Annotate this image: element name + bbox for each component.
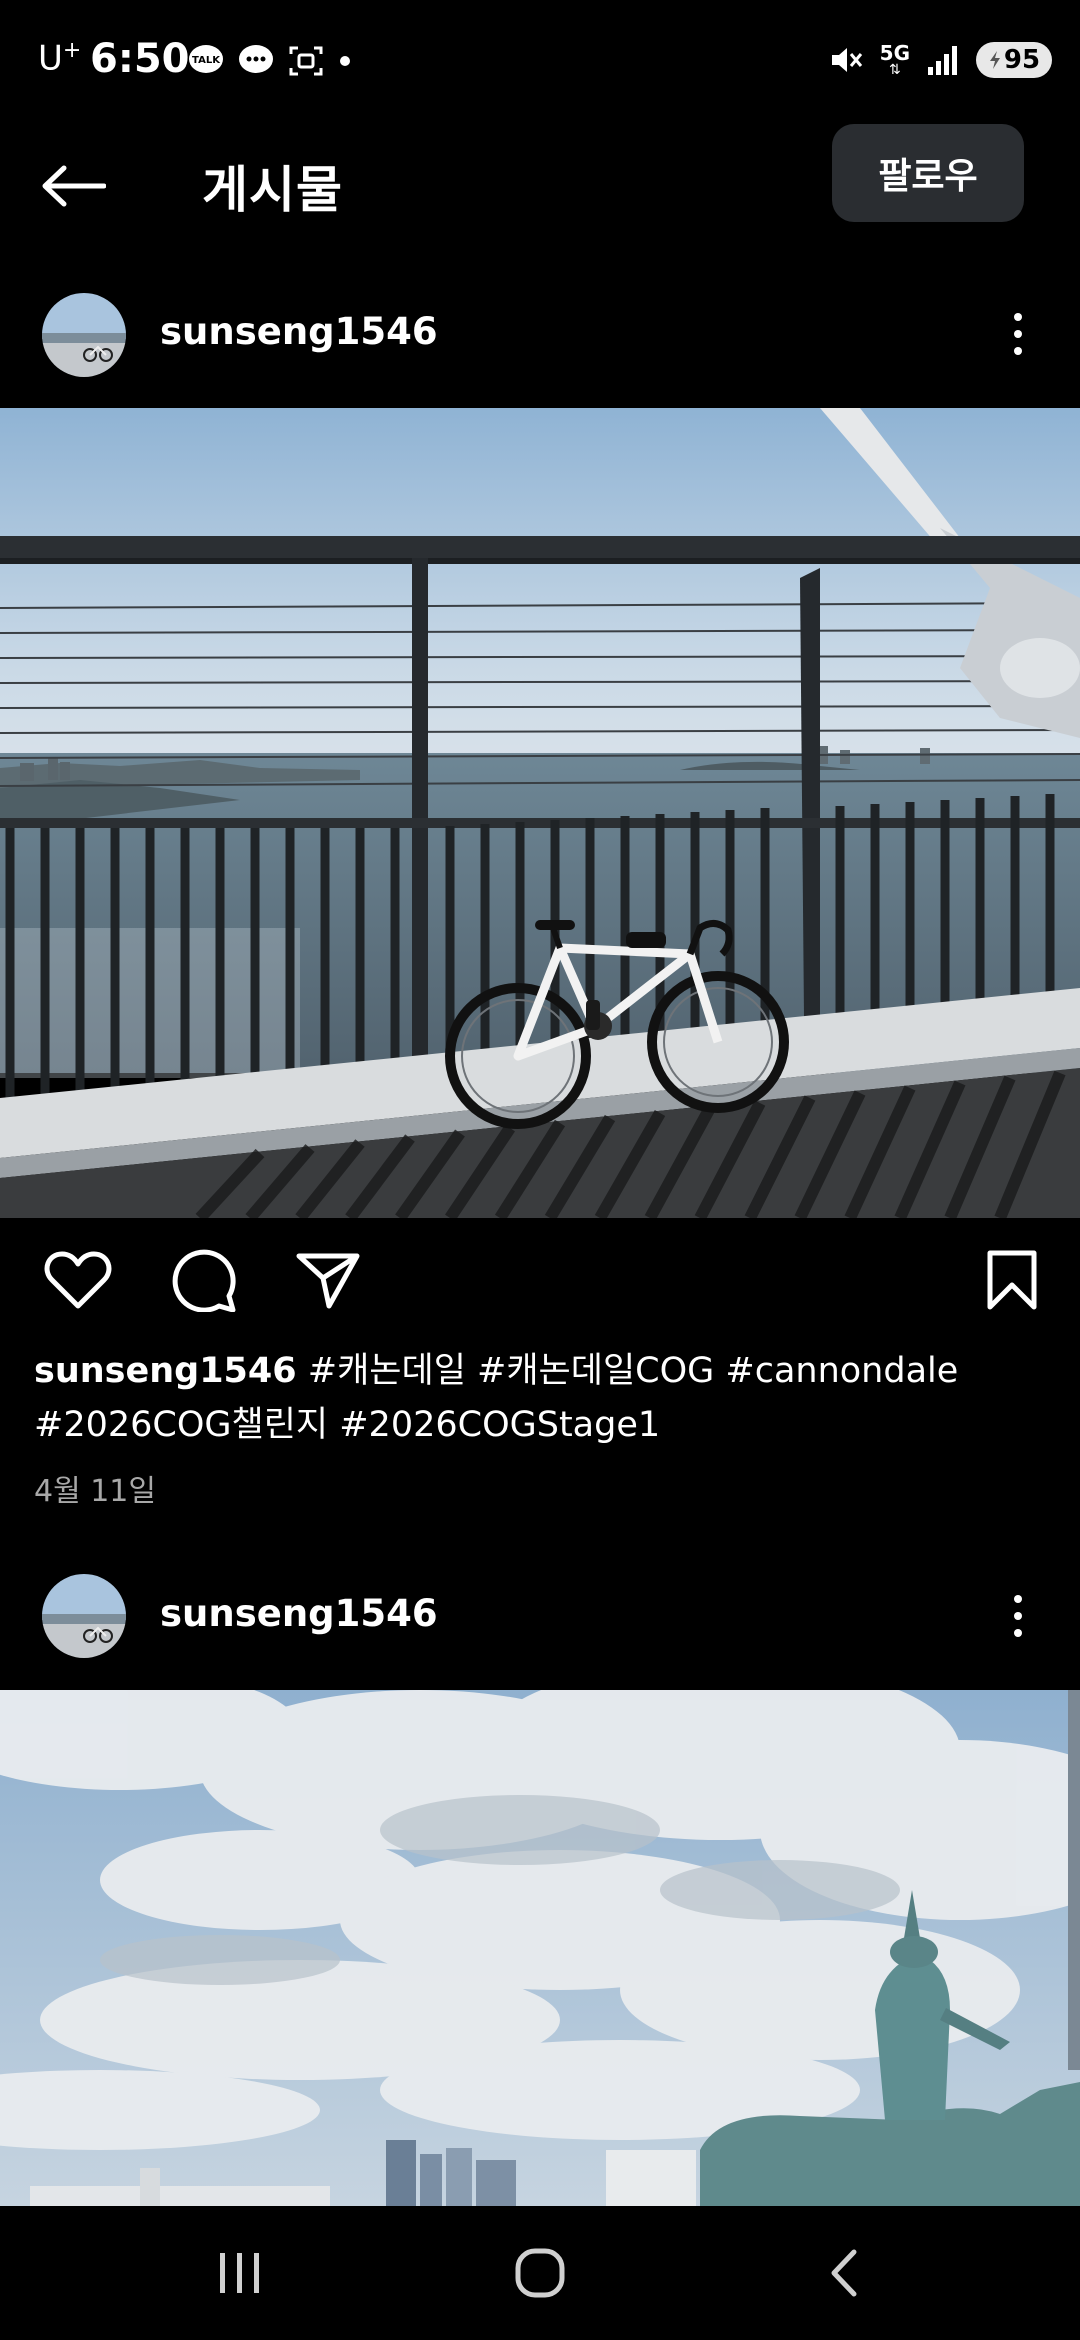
post-username[interactable]: sunseng1546 [160,310,438,353]
avatar-image [42,1574,126,1658]
avatar-image [42,293,126,377]
more-options-button[interactable] [998,1586,1038,1646]
more-options-button[interactable] [998,304,1038,364]
message-icon [239,45,273,73]
share-button[interactable] [288,1240,368,1320]
save-button[interactable] [972,1240,1052,1320]
network-5g-icon: 5G ⇅ [879,41,910,78]
system-status-icons: 5G ⇅ 95 [828,40,1052,80]
post-actions [0,1240,1080,1330]
arrow-left-icon [42,165,106,207]
page-title: 게시물 [202,161,343,219]
avatar[interactable] [42,293,126,377]
battery-level: 95 [1003,45,1041,75]
avatar[interactable] [42,1574,126,1658]
caption-username[interactable]: sunseng1546 [34,1351,297,1391]
post-photo[interactable] [0,1690,1080,2206]
like-button[interactable] [38,1240,118,1320]
system-navigation-bar [0,2206,1080,2340]
more-vertical-icon [1014,1595,1022,1603]
send-icon [296,1253,360,1309]
mute-icon [831,48,862,72]
post-caption: sunseng1546 #캐논데일 #캐논데일COG #cannondale #… [34,1344,1054,1452]
status-bar: U+ 6:50 TALK 5G ⇅ 95 [0,0,1080,120]
post-photo[interactable] [0,408,1080,1218]
post-date: 4월 11일 [34,1474,156,1509]
home-icon [515,2248,565,2298]
post-username[interactable]: sunseng1546 [160,1592,438,1635]
back-icon [831,2249,857,2297]
notification-icons: TALK [188,44,352,78]
home-button[interactable] [490,2228,590,2318]
signal-icon [928,46,957,75]
comment-icon [172,1249,236,1312]
clock: 6:50 [90,36,190,82]
back-button[interactable] [40,150,120,222]
battery-indicator: 95 [976,42,1052,78]
kakaotalk-icon: TALK [189,45,223,73]
post-image-statue-sky [0,1690,1080,2206]
follow-button[interactable]: 팔로우 [832,124,1024,222]
post-image-bridge-bicycle [0,408,1080,1218]
recents-button[interactable] [190,2228,290,2318]
screenshot-icon [289,46,323,76]
network-type-label: 5G [879,41,910,65]
battery-charge-icon [989,51,1000,69]
dot-icon [340,56,350,66]
svg-text:TALK: TALK [192,55,221,66]
system-back-button[interactable] [794,2228,894,2318]
carrier-label: U+ [38,38,82,79]
bookmark-icon [987,1250,1037,1310]
comment-button[interactable] [164,1240,244,1320]
heart-icon [44,1251,112,1309]
recents-icon [220,2253,259,2293]
more-vertical-icon [1014,313,1022,321]
